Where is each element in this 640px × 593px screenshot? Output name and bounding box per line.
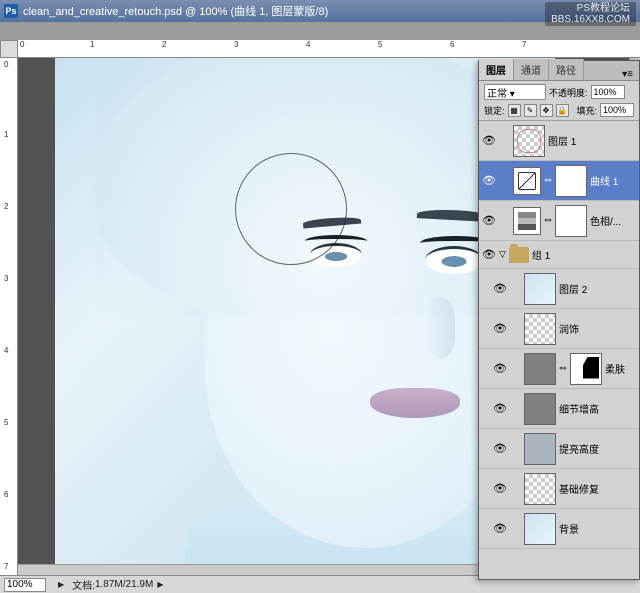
watermark-line2: BBS.16XX8.COM bbox=[551, 14, 630, 25]
layer-row[interactable]: 👁 细节增高 bbox=[479, 389, 639, 429]
tab-paths[interactable]: 路径 bbox=[549, 59, 584, 80]
doc-size-value: 1.87M/21.9M bbox=[95, 579, 153, 590]
layer-row[interactable]: 👁 图层 1 bbox=[479, 121, 639, 161]
opacity-label: 不透明度: bbox=[549, 86, 588, 99]
panel-menu-icon[interactable]: ▾≡ bbox=[616, 69, 639, 80]
panel-controls: 正常 ▾ 不透明度: 锁定: ▦ ✎ ✥ 🔒 填充: bbox=[479, 81, 639, 121]
layer-name[interactable]: 提亮高度 bbox=[559, 441, 636, 456]
layer-name[interactable]: 曲线 1 bbox=[590, 173, 636, 188]
visibility-toggle[interactable]: 👁 bbox=[493, 322, 507, 335]
layer-thumbnail[interactable] bbox=[524, 473, 556, 505]
layer-name[interactable]: 组 1 bbox=[532, 247, 636, 262]
tab-layers[interactable]: 图层 bbox=[479, 59, 514, 80]
titlebar: Ps clean_and_creative_retouch.psd @ 100%… bbox=[0, 0, 640, 22]
layer-name[interactable]: 细节增高 bbox=[559, 401, 636, 416]
document-title: clean_and_creative_retouch.psd @ 100% (曲… bbox=[23, 3, 328, 19]
fill-label: 填充: bbox=[576, 104, 597, 117]
portrait-nose bbox=[425, 298, 455, 358]
layer-row[interactable]: 👁 ⚯ 柔肤 bbox=[479, 349, 639, 389]
visibility-toggle[interactable]: 👁 bbox=[482, 134, 496, 147]
docinfo-menu-icon[interactable]: ▶ bbox=[157, 580, 163, 589]
lock-position-icon[interactable]: ✥ bbox=[540, 104, 553, 117]
visibility-toggle[interactable]: 👁 bbox=[493, 442, 507, 455]
layer-list[interactable]: 👁 图层 1 👁 ⚯ 曲线 1 👁 ⚯ 色相/... 👁 ▽ 组 1 bbox=[479, 121, 639, 579]
layer-thumbnail[interactable] bbox=[524, 273, 556, 305]
zoom-input[interactable] bbox=[4, 578, 46, 592]
watermark-line1: PS教程论坛 bbox=[551, 3, 630, 14]
layer-name[interactable]: 柔肤 bbox=[605, 361, 636, 376]
layer-thumbnail[interactable] bbox=[524, 433, 556, 465]
layer-row[interactable]: 👁 基础修复 bbox=[479, 469, 639, 509]
visibility-toggle[interactable]: 👁 bbox=[493, 282, 507, 295]
layer-name[interactable]: 图层 1 bbox=[548, 133, 636, 148]
layer-name[interactable]: 润饰 bbox=[559, 321, 636, 336]
fill-input[interactable] bbox=[600, 103, 634, 117]
layer-name[interactable]: 背景 bbox=[559, 521, 636, 536]
doc-size-label: 文档: bbox=[72, 577, 95, 592]
portrait-eye bbox=[425, 246, 483, 274]
ruler-vertical[interactable]: 0 1 2 3 4 5 6 7 bbox=[0, 58, 18, 575]
zoom-menu-icon[interactable]: ▶ bbox=[58, 580, 64, 589]
mask-thumbnail[interactable] bbox=[555, 165, 587, 197]
adjustment-thumbnail[interactable] bbox=[513, 167, 541, 195]
layer-group-row[interactable]: 👁 ▽ 组 1 bbox=[479, 241, 639, 269]
mask-thumbnail[interactable] bbox=[570, 353, 602, 385]
visibility-toggle[interactable]: 👁 bbox=[482, 248, 496, 261]
folder-icon bbox=[509, 247, 529, 263]
layer-row[interactable]: 👁 背景 bbox=[479, 509, 639, 549]
layer-name[interactable]: 图层 2 bbox=[559, 281, 636, 296]
visibility-toggle[interactable]: 👁 bbox=[482, 214, 496, 227]
lock-pixels-icon[interactable]: ▦ bbox=[508, 104, 521, 117]
layer-row-selected[interactable]: 👁 ⚯ 曲线 1 bbox=[479, 161, 639, 201]
layer-row[interactable]: 👁 图层 2 bbox=[479, 269, 639, 309]
tab-channels[interactable]: 通道 bbox=[514, 59, 549, 80]
layers-panel: 图层 通道 路径 ▾≡ 正常 ▾ 不透明度: 锁定: ▦ ✎ ✥ 🔒 填充: 👁… bbox=[478, 60, 640, 580]
lock-brush-icon[interactable]: ✎ bbox=[524, 104, 537, 117]
ruler-origin[interactable] bbox=[0, 40, 18, 58]
mask-thumbnail[interactable] bbox=[555, 205, 587, 237]
mask-link-icon[interactable]: ⚯ bbox=[559, 364, 567, 373]
layer-thumbnail[interactable] bbox=[524, 513, 556, 545]
opacity-input[interactable] bbox=[591, 85, 625, 99]
visibility-toggle[interactable]: 👁 bbox=[493, 362, 507, 375]
layer-thumbnail[interactable] bbox=[524, 353, 556, 385]
visibility-toggle[interactable]: 👁 bbox=[482, 174, 496, 187]
layer-name[interactable]: 色相/... bbox=[590, 213, 636, 228]
layer-row[interactable]: 👁 润饰 bbox=[479, 309, 639, 349]
panel-tabs: 图层 通道 路径 ▾≡ bbox=[479, 61, 639, 81]
mask-link-icon[interactable]: ⚯ bbox=[544, 216, 552, 225]
blend-mode-select[interactable]: 正常 ▾ bbox=[484, 84, 546, 100]
layer-row[interactable]: 👁 ⚯ 色相/... bbox=[479, 201, 639, 241]
visibility-toggle[interactable]: 👁 bbox=[493, 402, 507, 415]
visibility-toggle[interactable]: 👁 bbox=[493, 522, 507, 535]
group-collapse-icon[interactable]: ▽ bbox=[499, 249, 506, 260]
lock-all-icon[interactable]: 🔒 bbox=[556, 104, 569, 117]
mask-link-icon[interactable]: ⚯ bbox=[544, 176, 552, 185]
layer-thumbnail[interactable] bbox=[524, 393, 556, 425]
layer-name[interactable]: 基础修复 bbox=[559, 481, 636, 496]
visibility-toggle[interactable]: 👁 bbox=[493, 482, 507, 495]
document-tab-bar bbox=[0, 22, 640, 40]
layer-thumbnail[interactable] bbox=[513, 125, 545, 157]
layer-thumbnail[interactable] bbox=[524, 313, 556, 345]
lock-label: 锁定: bbox=[484, 104, 505, 117]
ruler-horizontal[interactable]: 0 1 2 3 4 5 6 7 bbox=[18, 40, 640, 58]
layer-row[interactable]: 👁 提亮高度 bbox=[479, 429, 639, 469]
photoshop-icon: Ps bbox=[4, 4, 18, 18]
adjustment-thumbnail[interactable] bbox=[513, 207, 541, 235]
brush-cursor bbox=[235, 153, 347, 265]
watermark: PS教程论坛 BBS.16XX8.COM bbox=[545, 2, 636, 26]
portrait-lips bbox=[370, 388, 460, 418]
